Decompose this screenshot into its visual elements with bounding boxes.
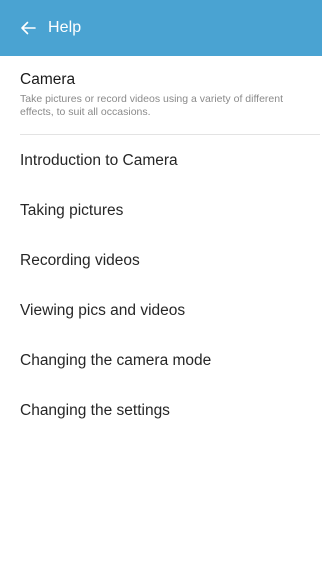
topic-changing-camera-mode[interactable]: Changing the camera mode [0,336,322,386]
topic-recording-videos[interactable]: Recording videos [0,236,322,286]
divider [20,134,320,135]
topic-viewing-pics-and-videos[interactable]: Viewing pics and videos [0,286,322,336]
topic-introduction-to-camera[interactable]: Introduction to Camera [0,136,322,186]
section-header: Camera Take pictures or record videos us… [20,71,306,119]
section-description: Take pictures or record videos using a v… [20,93,284,118]
section-title: Camera [20,71,76,88]
topic-changing-settings[interactable]: Changing the settings [0,386,322,436]
arrow-left-icon [21,21,36,35]
topic-taking-pictures[interactable]: Taking pictures [0,186,322,236]
app-bar: Help [0,0,322,56]
page-title: Help [48,19,82,36]
back-button[interactable] [18,16,38,40]
help-topic-list: Introduction to Camera Taking pictures R… [0,136,322,436]
